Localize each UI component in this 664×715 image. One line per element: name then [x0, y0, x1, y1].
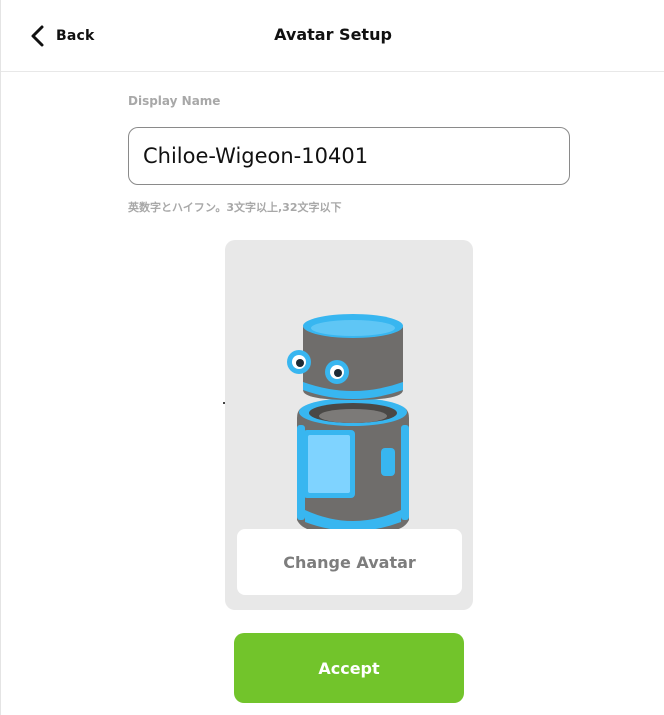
avatar-preview-card: Change Avatar — [225, 240, 473, 610]
change-avatar-button[interactable]: Change Avatar — [237, 529, 462, 595]
header-bar: Back Avatar Setup — [1, 0, 664, 72]
display-name-hint: 英数字とハイフン。3文字以上,32文字以下 — [128, 201, 342, 214]
display-name-input[interactable] — [128, 127, 570, 185]
accept-button[interactable]: Accept — [234, 633, 464, 703]
avatar-setup-screen: Back Avatar Setup Display Name 英数字とハイフン。… — [0, 0, 664, 715]
display-name-label: Display Name — [128, 94, 221, 108]
page-title: Avatar Setup — [274, 25, 392, 44]
